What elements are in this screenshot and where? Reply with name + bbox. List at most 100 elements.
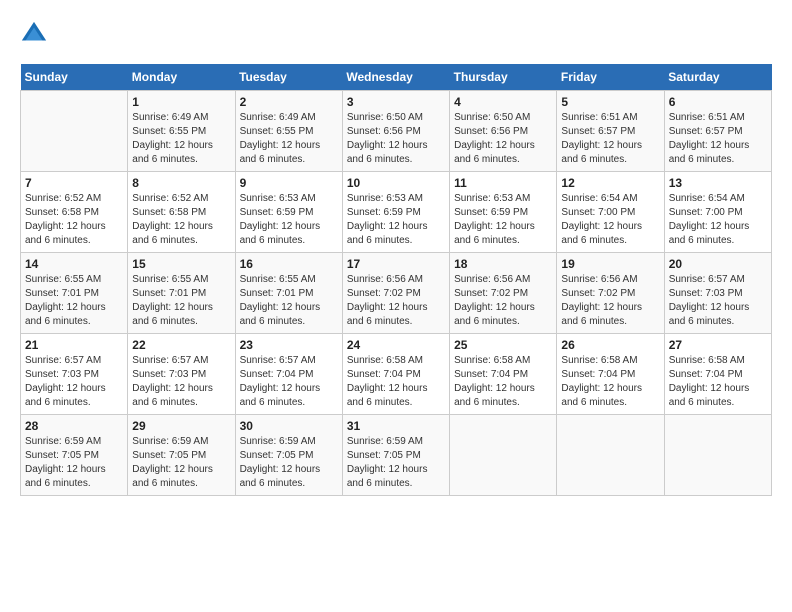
day-info: Sunrise: 6:58 AM Sunset: 7:04 PM Dayligh… [347, 354, 445, 410]
calendar-cell: 17 Sunrise: 6:56 AM Sunset: 7:02 PM Dayli… [342, 253, 449, 334]
day-info: Sunrise: 6:52 AM Sunset: 6:58 PM Dayligh… [132, 192, 230, 248]
day-number: 11 [454, 176, 552, 190]
day-info: Sunrise: 6:53 AM Sunset: 6:59 PM Dayligh… [240, 192, 338, 248]
day-number: 10 [347, 176, 445, 190]
day-info: Sunrise: 6:56 AM Sunset: 7:02 PM Dayligh… [347, 273, 445, 329]
calendar-cell: 10 Sunrise: 6:53 AM Sunset: 6:59 PM Dayli… [342, 172, 449, 253]
day-number: 17 [347, 257, 445, 271]
day-number: 21 [25, 338, 123, 352]
calendar-cell: 9 Sunrise: 6:53 AM Sunset: 6:59 PM Daylig… [235, 172, 342, 253]
day-info: Sunrise: 6:54 AM Sunset: 7:00 PM Dayligh… [669, 192, 767, 248]
day-number: 16 [240, 257, 338, 271]
day-info: Sunrise: 6:49 AM Sunset: 6:55 PM Dayligh… [240, 111, 338, 167]
day-info: Sunrise: 6:58 AM Sunset: 7:04 PM Dayligh… [669, 354, 767, 410]
calendar-week-2: 7 Sunrise: 6:52 AM Sunset: 6:58 PM Daylig… [21, 172, 772, 253]
calendar-cell: 2 Sunrise: 6:49 AM Sunset: 6:55 PM Daylig… [235, 91, 342, 172]
calendar-cell: 3 Sunrise: 6:50 AM Sunset: 6:56 PM Daylig… [342, 91, 449, 172]
day-info: Sunrise: 6:53 AM Sunset: 6:59 PM Dayligh… [454, 192, 552, 248]
day-number: 6 [669, 95, 767, 109]
header-thursday: Thursday [450, 64, 557, 91]
day-number: 28 [25, 419, 123, 433]
day-number: 31 [347, 419, 445, 433]
day-info: Sunrise: 6:58 AM Sunset: 7:04 PM Dayligh… [454, 354, 552, 410]
day-number: 1 [132, 95, 230, 109]
calendar-cell [450, 415, 557, 496]
day-number: 20 [669, 257, 767, 271]
calendar-cell: 11 Sunrise: 6:53 AM Sunset: 6:59 PM Dayli… [450, 172, 557, 253]
header-friday: Friday [557, 64, 664, 91]
calendar-cell: 15 Sunrise: 6:55 AM Sunset: 7:01 PM Dayli… [128, 253, 235, 334]
header-wednesday: Wednesday [342, 64, 449, 91]
day-number: 7 [25, 176, 123, 190]
calendar-cell: 19Sunrise: 6:56 AM Sunset: 7:02 PM Dayli… [557, 253, 664, 334]
day-info: Sunrise: 6:59 AM Sunset: 7:05 PM Dayligh… [347, 435, 445, 491]
day-number: 15 [132, 257, 230, 271]
day-info: Sunrise: 6:51 AM Sunset: 6:57 PM Dayligh… [669, 111, 767, 167]
calendar-cell: 30Sunrise: 6:59 AM Sunset: 7:05 PM Dayli… [235, 415, 342, 496]
calendar-cell: 22 Sunrise: 6:57 AM Sunset: 7:03 PM Dayli… [128, 334, 235, 415]
header-tuesday: Tuesday [235, 64, 342, 91]
calendar-cell: 4 Sunrise: 6:50 AM Sunset: 6:56 PM Daylig… [450, 91, 557, 172]
day-info: Sunrise: 6:51 AM Sunset: 6:57 PM Dayligh… [561, 111, 659, 167]
day-number: 9 [240, 176, 338, 190]
calendar-cell: 5 Sunrise: 6:51 AM Sunset: 6:57 PM Daylig… [557, 91, 664, 172]
calendar-cell: 13 Sunrise: 6:54 AM Sunset: 7:00 PM Dayli… [664, 172, 771, 253]
calendar-cell [21, 91, 128, 172]
day-number: 2 [240, 95, 338, 109]
calendar-cell: 7 Sunrise: 6:52 AM Sunset: 6:58 PM Daylig… [21, 172, 128, 253]
calendar-cell: 31 Sunrise: 6:59 AM Sunset: 7:05 PM Dayli… [342, 415, 449, 496]
day-number: 18 [454, 257, 552, 271]
day-number: 25 [454, 338, 552, 352]
day-number: 4 [454, 95, 552, 109]
day-number: 19 [561, 257, 659, 271]
calendar-cell: 29 Sunrise: 6:59 AM Sunset: 7:05 PM Dayli… [128, 415, 235, 496]
day-info: Sunrise: 6:59 AM Sunset: 7:05 PM Dayligh… [132, 435, 230, 491]
calendar-cell: 25 Sunrise: 6:58 AM Sunset: 7:04 PM Dayli… [450, 334, 557, 415]
calendar-cell: 21 Sunrise: 6:57 AM Sunset: 7:03 PM Dayli… [21, 334, 128, 415]
calendar-week-4: 21 Sunrise: 6:57 AM Sunset: 7:03 PM Dayli… [21, 334, 772, 415]
header-saturday: Saturday [664, 64, 771, 91]
calendar-week-5: 28 Sunrise: 6:59 AM Sunset: 7:05 PM Dayli… [21, 415, 772, 496]
day-number: 13 [669, 176, 767, 190]
page-header [20, 20, 772, 48]
day-info: Sunrise: 6:57 AM Sunset: 7:03 PM Dayligh… [25, 354, 123, 410]
day-info: Sunrise: 6:50 AM Sunset: 6:56 PM Dayligh… [454, 111, 552, 167]
logo-icon [20, 20, 48, 48]
header-sunday: Sunday [21, 64, 128, 91]
day-number: 23 [240, 338, 338, 352]
day-number: 14 [25, 257, 123, 271]
day-info: Sunrise: 6:53 AM Sunset: 6:59 PM Dayligh… [347, 192, 445, 248]
calendar-cell [557, 415, 664, 496]
day-number: 26 [561, 338, 659, 352]
day-number: 24 [347, 338, 445, 352]
calendar-week-3: 14 Sunrise: 6:55 AM Sunset: 7:01 PM Dayli… [21, 253, 772, 334]
day-info: Sunrise: 6:52 AM Sunset: 6:58 PM Dayligh… [25, 192, 123, 248]
calendar-cell: 18Sunrise: 6:56 AM Sunset: 7:02 PM Dayli… [450, 253, 557, 334]
day-info: Sunrise: 6:58 AM Sunset: 7:04 PM Dayligh… [561, 354, 659, 410]
day-info: Sunrise: 6:57 AM Sunset: 7:03 PM Dayligh… [669, 273, 767, 329]
calendar-header-row: SundayMondayTuesdayWednesdayThursdayFrid… [21, 64, 772, 91]
day-info: Sunrise: 6:57 AM Sunset: 7:03 PM Dayligh… [132, 354, 230, 410]
day-number: 3 [347, 95, 445, 109]
calendar-cell: 6 Sunrise: 6:51 AM Sunset: 6:57 PM Daylig… [664, 91, 771, 172]
day-info: Sunrise: 6:59 AM Sunset: 7:05 PM Dayligh… [25, 435, 123, 491]
calendar-cell [664, 415, 771, 496]
calendar-cell: 1 Sunrise: 6:49 AM Sunset: 6:55 PM Daylig… [128, 91, 235, 172]
day-info: Sunrise: 6:49 AM Sunset: 6:55 PM Dayligh… [132, 111, 230, 167]
day-info: Sunrise: 6:50 AM Sunset: 6:56 PM Dayligh… [347, 111, 445, 167]
calendar-week-1: 1 Sunrise: 6:49 AM Sunset: 6:55 PM Daylig… [21, 91, 772, 172]
day-info: Sunrise: 6:55 AM Sunset: 7:01 PM Dayligh… [25, 273, 123, 329]
day-info: Sunrise: 6:57 AM Sunset: 7:04 PM Dayligh… [240, 354, 338, 410]
calendar-table: SundayMondayTuesdayWednesdayThursdayFrid… [20, 64, 772, 496]
calendar-cell: 20 Sunrise: 6:57 AM Sunset: 7:03 PM Dayli… [664, 253, 771, 334]
day-number: 12 [561, 176, 659, 190]
day-info: Sunrise: 6:55 AM Sunset: 7:01 PM Dayligh… [132, 273, 230, 329]
day-info: Sunrise: 6:55 AM Sunset: 7:01 PM Dayligh… [240, 273, 338, 329]
calendar-cell: 14 Sunrise: 6:55 AM Sunset: 7:01 PM Dayli… [21, 253, 128, 334]
calendar-cell: 27Sunrise: 6:58 AM Sunset: 7:04 PM Dayli… [664, 334, 771, 415]
calendar-cell: 16 Sunrise: 6:55 AM Sunset: 7:01 PM Dayli… [235, 253, 342, 334]
day-info: Sunrise: 6:59 AM Sunset: 7:05 PM Dayligh… [240, 435, 338, 491]
day-number: 22 [132, 338, 230, 352]
day-number: 29 [132, 419, 230, 433]
day-number: 5 [561, 95, 659, 109]
